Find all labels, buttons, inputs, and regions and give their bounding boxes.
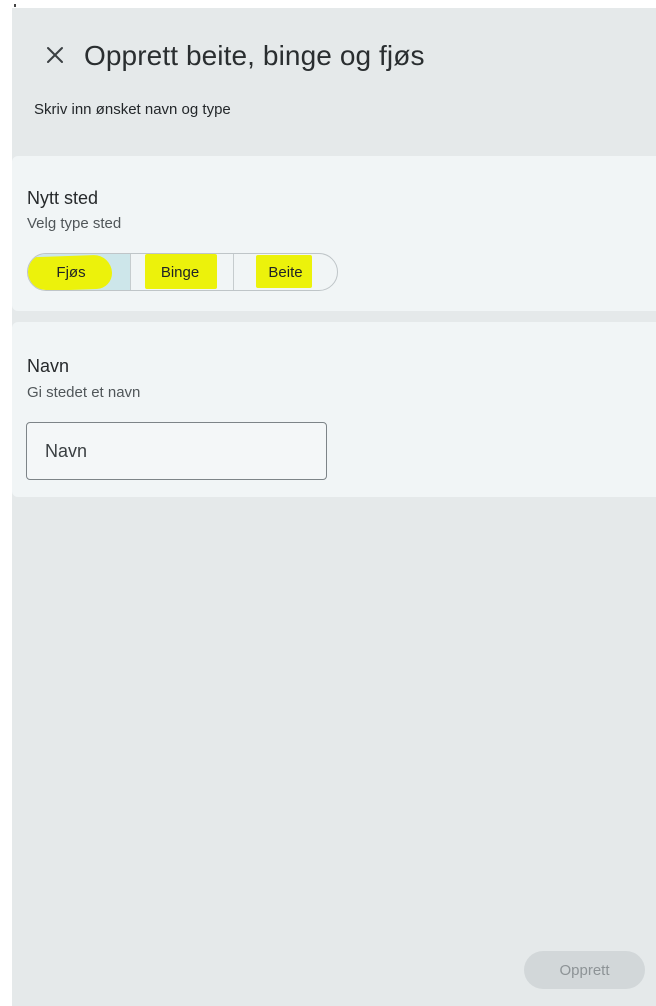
segment-label: Fjøs [56,264,86,281]
dialog-screen: Opprett beite, binge og fjøs Skriv inn ø… [12,8,656,1006]
place-type-heading: Nytt sted [27,188,99,208]
segment-label: Beite [268,264,303,281]
place-type-help: Velg type sted [27,215,122,232]
create-button[interactable]: Opprett [524,951,645,989]
page-subtitle: Skriv inn ønsket navn og type [34,101,231,118]
page-title: Opprett beite, binge og fjøs [84,40,425,71]
place-type-card: Nytt sted Velg type sted Fjøs Binge Beit… [12,156,656,311]
close-icon [47,47,63,63]
place-name-card: Navn Gi stedet et navn [12,322,656,497]
place-name-input[interactable] [26,422,327,480]
segment-label: Binge [160,264,200,281]
dialog-header: Opprett beite, binge og fjøs Skriv inn ø… [12,8,656,154]
place-name-help: Gi stedet et navn [27,384,141,401]
segment-binge[interactable]: Binge [131,254,234,290]
place-type-segmented-control: Fjøs Binge Beite [27,253,338,291]
close-button[interactable] [44,44,66,66]
segment-beite[interactable]: Beite [234,254,337,290]
segment-fjos[interactable]: Fjøs [28,254,131,290]
place-name-heading: Navn [27,356,70,376]
top-edge-mark [14,4,16,7]
